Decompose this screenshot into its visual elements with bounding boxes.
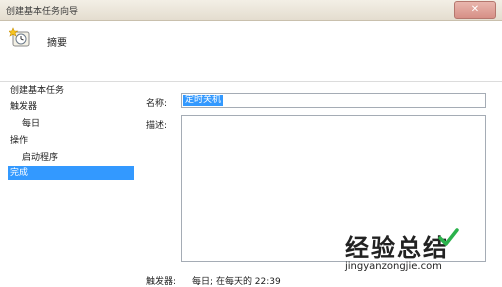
description-label: 描述: — [146, 121, 168, 131]
page-title: 摘要 — [47, 38, 67, 49]
wizard-steps: 创建基本任务 触发器 每日 操作 启动程序 完成 — [0, 82, 142, 280]
watermark-title: 经验总结 — [345, 233, 449, 262]
name-field[interactable]: 定时关机 — [181, 93, 486, 108]
trigger-label: 触发器: — [146, 277, 177, 287]
wizard-header: 摘要 — [0, 21, 502, 82]
step-daily[interactable]: 每日 — [22, 116, 40, 129]
title-bar: 创建基本任务向导 ✕ — [0, 0, 502, 21]
watermark: 经验总结 jingyanzongjie.com — [345, 228, 495, 276]
step-action[interactable]: 操作 — [10, 133, 28, 146]
step-trigger[interactable]: 触发器 — [10, 99, 37, 112]
name-value: 定时关机 — [183, 95, 224, 106]
trigger-value: 每日; 在每天的 22:39 — [192, 277, 281, 287]
name-label: 名称: — [146, 99, 168, 109]
step-finish[interactable]: 完成 — [8, 166, 134, 180]
step-create-basic-task[interactable]: 创建基本任务 — [10, 83, 64, 96]
window-title: 创建基本任务向导 — [6, 7, 79, 17]
wizard-clock-icon — [9, 27, 30, 47]
close-button[interactable]: ✕ — [454, 1, 496, 19]
step-start-program[interactable]: 启动程序 — [22, 150, 58, 163]
trigger-summary: 触发器: 每日; 在每天的 22:39 — [146, 274, 281, 287]
close-icon: ✕ — [470, 4, 480, 15]
watermark-url: jingyanzongjie.com — [345, 261, 442, 272]
checkmark-icon — [438, 228, 459, 246]
